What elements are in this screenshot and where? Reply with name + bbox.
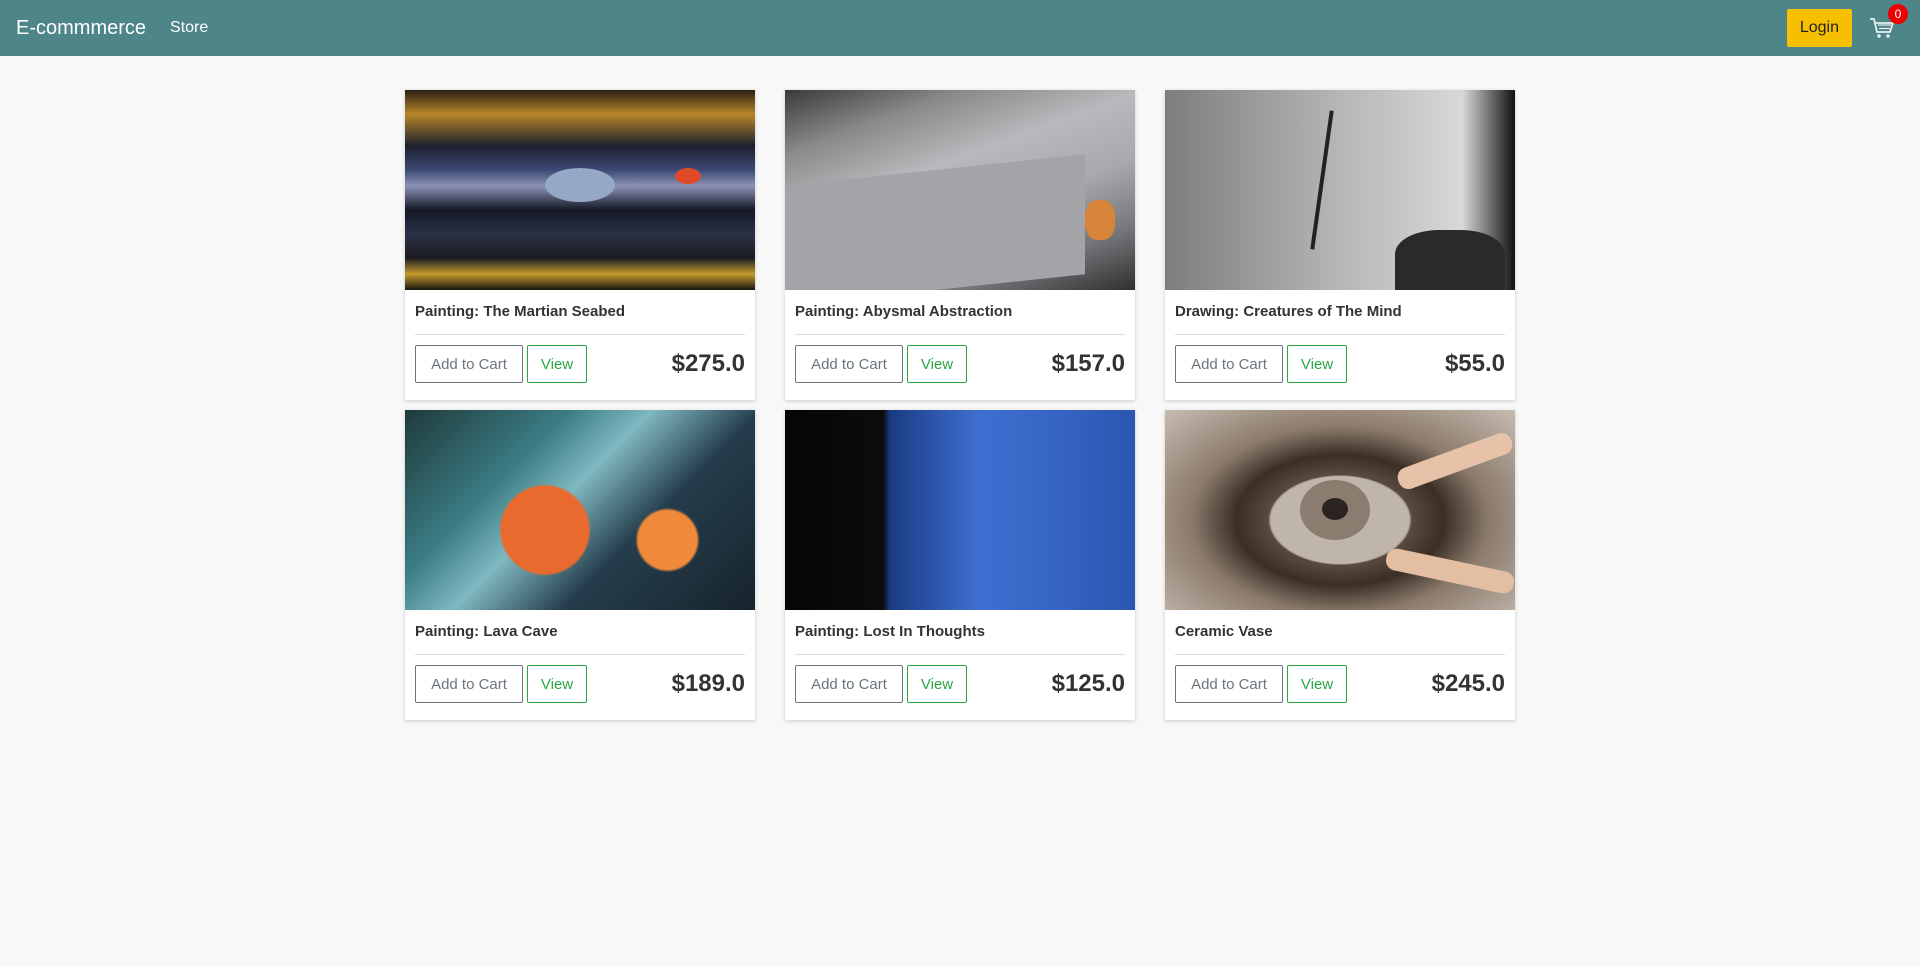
brand-logo[interactable]: E-commmerce <box>16 17 146 40</box>
nav-right-group: Login 0 <box>1786 4 1908 47</box>
view-button[interactable]: View <box>1287 345 1347 383</box>
product-title: Painting: Abysmal Abstraction <box>795 303 1013 320</box>
view-button[interactable]: View <box>527 665 587 703</box>
top-navbar: E-commmerce Store Login 0 <box>0 0 1920 56</box>
cart-button[interactable]: 0 <box>1868 4 1908 42</box>
card-divider <box>1175 334 1505 335</box>
product-card: Painting: Abysmal Abstraction Add to Car… <box>785 90 1135 400</box>
nav-left-group: E-commmerce Store <box>16 17 208 40</box>
product-price: $245.0 <box>1431 670 1505 697</box>
card-divider <box>1175 654 1505 655</box>
card-divider <box>795 654 1125 655</box>
product-image[interactable] <box>405 410 755 610</box>
product-title: Painting: The Martian Seabed <box>415 303 626 320</box>
product-card: Painting: Lost In Thoughts Add to Cart V… <box>785 410 1135 720</box>
product-price: $55.0 <box>1444 350 1505 377</box>
product-image[interactable] <box>785 410 1135 610</box>
product-image[interactable] <box>1165 90 1515 290</box>
product-image[interactable] <box>785 90 1135 290</box>
add-to-cart-button[interactable]: Add to Cart <box>415 345 523 383</box>
nav-link-store[interactable]: Store <box>170 19 208 37</box>
card-divider <box>795 334 1125 335</box>
add-to-cart-button[interactable]: Add to Cart <box>795 665 903 703</box>
add-to-cart-button[interactable]: Add to Cart <box>795 345 903 383</box>
product-title: Painting: Lava Cave <box>415 623 558 640</box>
product-grid: Painting: The Martian Seabed Add to Cart… <box>405 90 1515 720</box>
cart-count-badge: 0 <box>1888 4 1908 24</box>
product-card: Painting: Lava Cave Add to Cart View $18… <box>405 410 755 720</box>
add-to-cart-button[interactable]: Add to Cart <box>1175 345 1283 383</box>
product-price: $189.0 <box>671 670 745 697</box>
view-button[interactable]: View <box>527 345 587 383</box>
view-button[interactable]: View <box>907 345 967 383</box>
view-button[interactable]: View <box>907 665 967 703</box>
product-image[interactable] <box>405 90 755 290</box>
product-title: Drawing: Creatures of The Mind <box>1175 303 1402 320</box>
product-card: Drawing: Creatures of The Mind Add to Ca… <box>1165 90 1515 400</box>
product-title: Ceramic Vase <box>1175 623 1273 640</box>
add-to-cart-button[interactable]: Add to Cart <box>415 665 523 703</box>
product-card: Ceramic Vase Add to Cart View $245.0 <box>1165 410 1515 720</box>
product-price: $125.0 <box>1051 670 1125 697</box>
view-button[interactable]: View <box>1287 665 1347 703</box>
product-card: Painting: The Martian Seabed Add to Cart… <box>405 90 755 400</box>
product-price: $157.0 <box>1051 350 1125 377</box>
login-button[interactable]: Login <box>1786 9 1852 47</box>
product-title: Painting: Lost In Thoughts <box>795 623 985 640</box>
card-divider <box>415 334 745 335</box>
product-image[interactable] <box>1165 410 1515 610</box>
card-divider <box>415 654 745 655</box>
add-to-cart-button[interactable]: Add to Cart <box>1175 665 1283 703</box>
product-price: $275.0 <box>671 350 745 377</box>
